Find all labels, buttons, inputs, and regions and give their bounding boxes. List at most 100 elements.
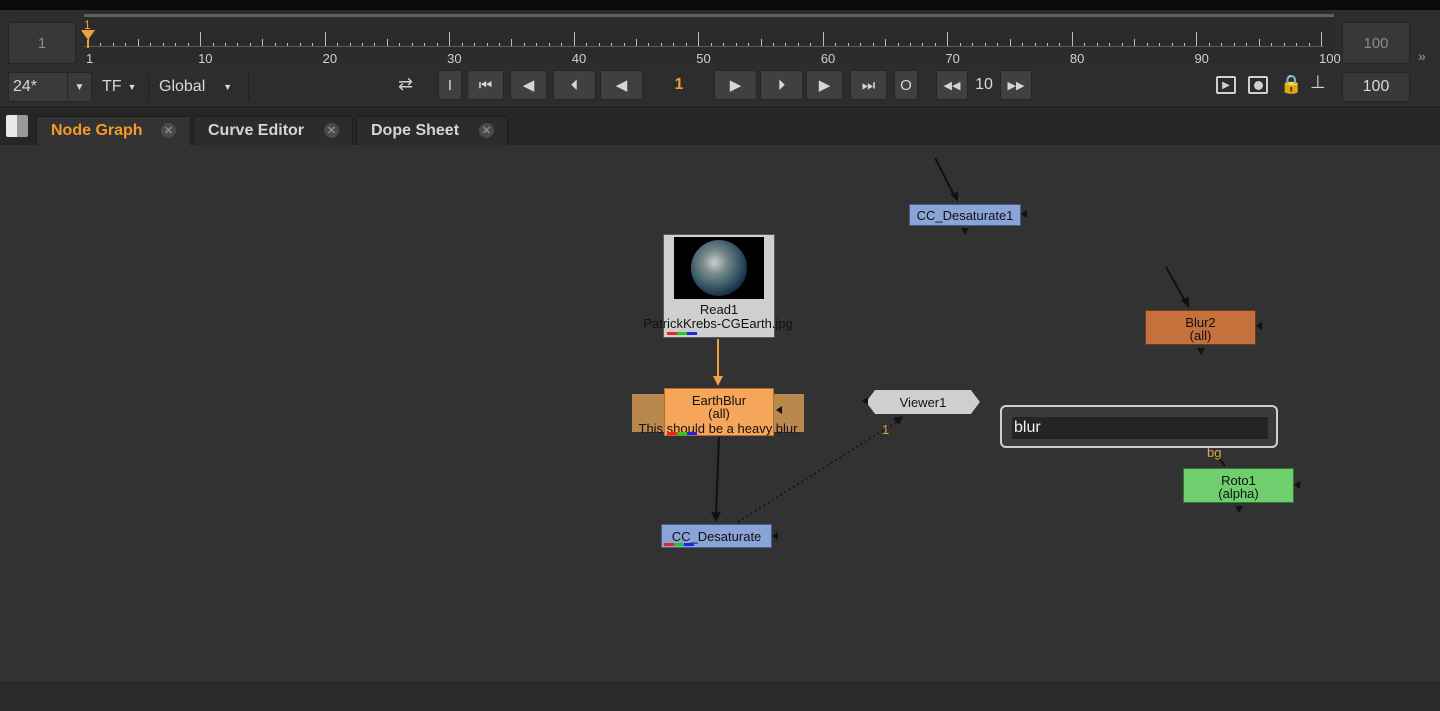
next-keyframe-button[interactable]: ▶ [806,70,843,100]
playhead-marker[interactable] [81,30,95,40]
timeline-tick-label: 10 [198,51,213,66]
record-icon[interactable] [1248,76,1268,94]
output-arrow-icon[interactable] [961,228,969,235]
node-search-input[interactable] [1012,417,1268,439]
next-keyframe-icon: ▶ [818,77,831,94]
fast-forward-icon: ▶▶ [1007,79,1025,92]
timeline-tick [623,43,625,46]
timeline-tick [362,43,363,46]
set-out-point-button[interactable]: O [894,70,918,100]
skip-back-increment-button[interactable]: ◀◀ [936,70,968,100]
timeline-tick [1283,43,1285,46]
tf-label: TF [102,78,122,95]
window-top-strip [0,0,1440,10]
skip-forward-increment-button[interactable]: ▶▶ [1000,70,1032,100]
tab-label: Dope Sheet [371,122,460,139]
timeline-tick [1121,43,1123,46]
global-dropdown[interactable]: Global ▼ [159,72,232,102]
play-backward-button[interactable]: ◀ [600,70,643,100]
first-frame-button[interactable]: ⏮ [467,70,504,100]
pane-menu-icon[interactable] [6,115,28,137]
tab-curve-editor[interactable]: Curve Editor ✕ [193,116,353,145]
timeline-range-bar [84,14,1334,17]
viewer-input-arrow-icon[interactable] [862,397,868,405]
timeline-tick [523,43,525,46]
step-back-icon: ⏴ [570,76,579,94]
timeline-tick [125,43,127,46]
playback-mode-icon[interactable]: ⇄ [398,74,413,95]
timeline-tick [262,39,264,46]
mask-input-arrow-icon[interactable] [772,532,778,540]
set-in-point-button[interactable]: I [438,70,462,100]
output-arrow-icon[interactable] [1235,506,1243,513]
timeline-tick [137,39,139,46]
mask-input-arrow-icon[interactable] [1256,322,1262,330]
timeline-tick [934,43,936,46]
skip-to-end-icon: ⏭ [861,76,876,94]
timeline-tick [1196,32,1198,46]
ruler-frame-icon[interactable]: ⊥ [1310,72,1326,93]
playhead-line [87,40,89,48]
timeline-tick [1096,43,1098,46]
start-frame-field[interactable]: 1 [8,22,76,64]
timeline-tick [773,43,774,46]
timeline-tick [150,43,152,46]
play-forward-button[interactable]: ▶ [714,70,757,100]
close-icon[interactable]: ✕ [324,123,339,138]
timeline-tick-label: 60 [820,51,836,66]
timeline-tick [287,43,289,46]
timeline-tick [922,43,924,46]
timeline-tick [660,43,662,46]
mask-input-arrow-icon[interactable] [1021,210,1027,218]
close-icon[interactable]: ✕ [479,123,494,138]
timeline-tick [175,43,177,46]
timeline-tick [648,43,650,46]
timeline-tick [997,43,999,46]
play-range-icon[interactable]: ▶ [1216,76,1236,94]
mask-input-arrow-icon[interactable] [1294,481,1300,489]
last-frame-button[interactable]: ⏭ [850,70,887,100]
end-frame-field-bottom[interactable]: 100 [1342,72,1410,102]
play-backward-icon: ◀ [615,77,628,94]
timeline-tick [748,43,750,46]
channel-g-indicator [674,543,684,546]
channel-b-indicator [684,543,694,546]
node-search-popup [1000,405,1278,448]
close-icon[interactable]: ✕ [161,123,176,138]
timeline-tick [1134,39,1136,46]
lock-icon[interactable]: 🔒 [1280,74,1302,95]
timeline-tick [972,43,974,46]
tf-dropdown[interactable]: TF ▼ [102,72,136,102]
timeline-ruler[interactable]: 1 10 20 30 40 50 60 70 80 90 100 1 [81,14,1341,66]
step-forward-icon: ⏵ [777,76,786,94]
cc-desaturate1-node[interactable]: CC_Desaturate1 [909,204,1021,226]
cc-desaturate-name: CC_Desaturate [671,528,762,544]
prev-keyframe-button[interactable]: ◀ [510,70,547,100]
tab-dope-sheet[interactable]: Dope Sheet ✕ [356,116,508,145]
roto1-node[interactable]: Roto1 (alpha) [1183,468,1294,503]
timeline-tick [959,43,961,46]
viewer1-node[interactable]: Viewer1 [866,390,980,414]
timeline-tick [860,43,862,46]
timeline-tick [486,43,488,46]
timeline-tick [337,43,339,46]
tab-node-graph[interactable]: Node Graph ✕ [36,116,191,145]
blur2-node[interactable]: Blur2 (all) [1145,310,1256,345]
mask-input-arrow-icon[interactable] [776,406,782,414]
read1-file-label: PatrickKrebs-CGEarth.jpg [643,316,793,331]
timeline-tick [586,43,588,46]
channel-r-indicator [664,543,674,546]
timeline-tick [872,43,874,46]
tab-label: Node Graph [51,122,143,139]
fps-dropdown[interactable]: 24* ▼ [8,72,92,102]
step-back-button[interactable]: ⏴ [553,70,596,100]
skip-increment-field[interactable]: 10 [968,70,1000,100]
step-forward-button[interactable]: ⏵ [760,70,803,100]
timeline-tick [984,43,986,46]
timeline-tick [225,43,226,46]
end-frame-field-top[interactable]: 100 [1342,22,1410,64]
current-frame-field[interactable]: 1 [648,70,710,100]
expand-chevron-icon[interactable]: » [1418,48,1426,64]
output-arrow-icon[interactable] [1197,348,1205,355]
timeline-tick [274,43,276,46]
